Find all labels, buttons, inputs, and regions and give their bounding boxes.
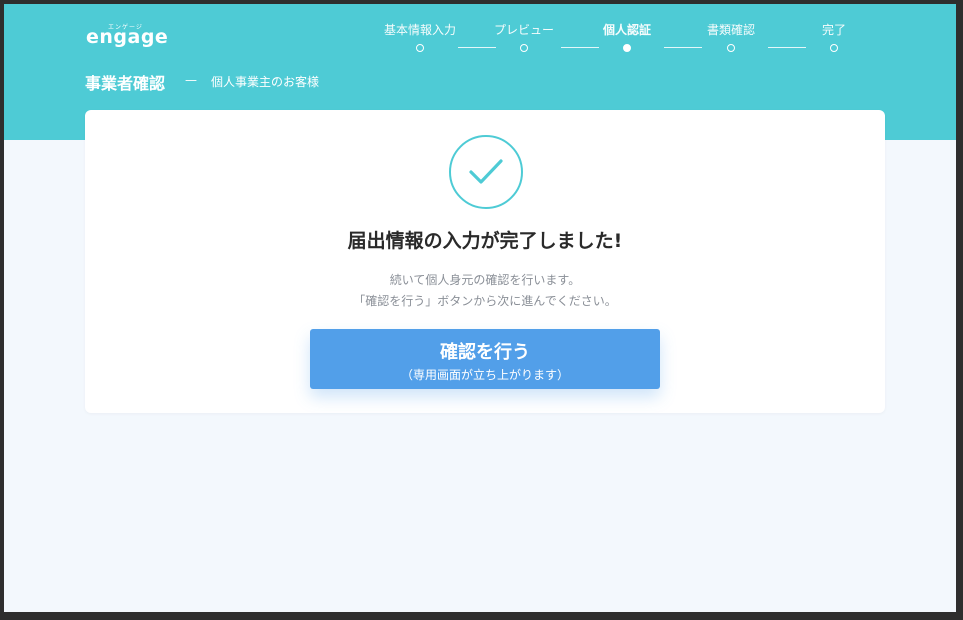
description-line: 「確認を行う」ボタンから次に進んでください。 [353,294,617,308]
step-dot [727,44,735,52]
step-basic-info: 基本情報入力 [370,22,470,52]
page-title: 事業者確認 [85,74,166,93]
browser-window: エンゲージ engage 基本情報入力 プレビュー 個人認証 書類確認 完了 事… [4,4,956,612]
confirm-button-label: 確認を行う [440,342,530,363]
confirm-button-sublabel: （専用画面が立ち上がります） [400,368,569,382]
title-separator: — [185,73,197,87]
step-dot [520,44,528,52]
step-label: プレビュー [493,23,554,37]
step-preview: プレビュー [474,22,574,52]
step-document-check: 書類確認 [681,22,781,52]
step-dot [416,44,424,52]
step-dot-current [623,44,631,52]
step-label: 完了 [821,23,846,37]
logo-wordmark: engage [86,26,169,48]
step-label: 基本情報入力 [383,23,456,37]
confirm-button[interactable]: 確認を行う （専用画面が立ち上がります） [310,329,660,389]
screen-frame: エンゲージ engage 基本情報入力 プレビュー 個人認証 書類確認 完了 事… [0,0,963,620]
completion-card: 届出情報の入力が完了しました! 続いて個人身元の確認を行います。 「確認を行う」… [85,110,885,413]
check-icon [449,135,523,209]
step-label: 書類確認 [706,23,755,37]
step-personal-auth: 個人認証 [577,22,677,52]
step-dot [830,44,838,52]
step-complete: 完了 [784,22,884,52]
step-label: 個人認証 [602,23,651,37]
completion-title: 届出情報の入力が完了しました! [347,230,623,252]
page-subtitle: 個人事業主のお客様 [211,75,320,89]
description-line: 続いて個人身元の確認を行います。 [389,273,581,287]
